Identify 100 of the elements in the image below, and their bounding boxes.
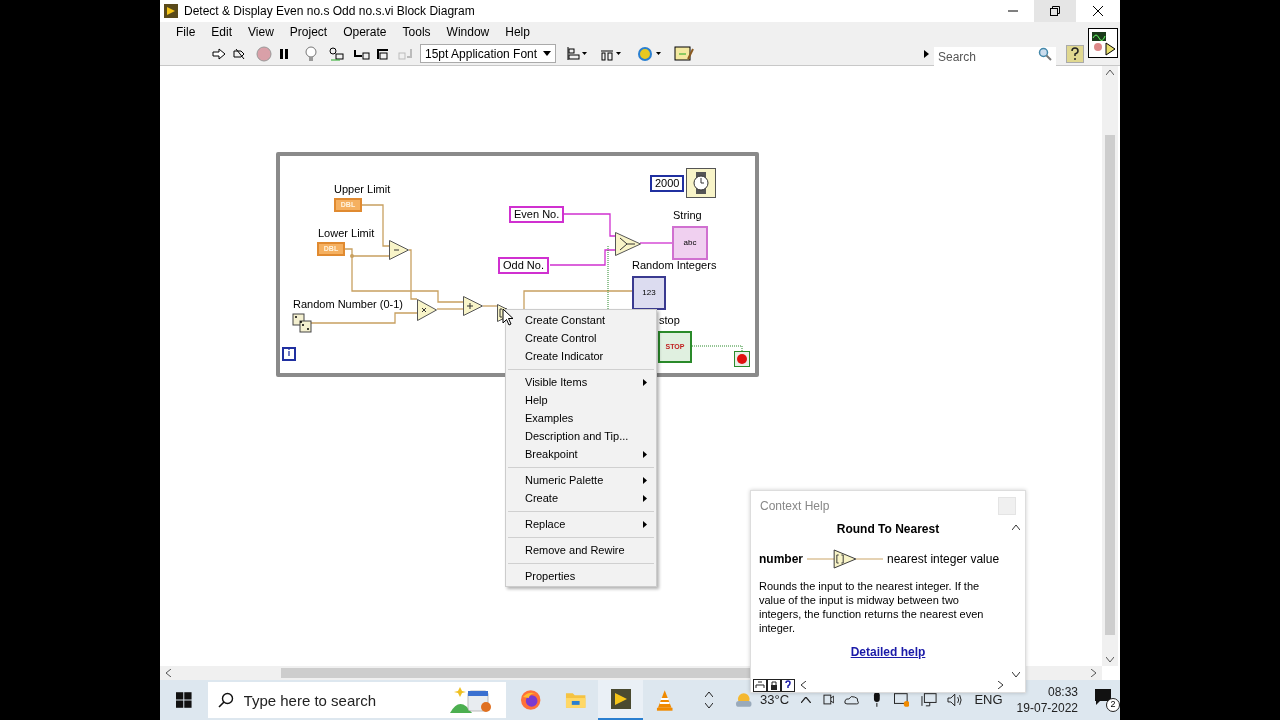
wire [691,345,743,353]
probe-icon[interactable] [328,45,344,62]
wire [436,308,464,310]
context-menu-item[interactable]: Create Control [506,329,656,347]
microphone-icon[interactable] [872,692,882,708]
question-icon[interactable] [781,678,795,692]
subtract-function-icon[interactable] [389,240,409,260]
submenu-arrow-icon [643,520,647,528]
menu-item[interactable]: Operate [335,23,395,41]
labview-taskbar-button[interactable] [598,680,644,720]
iteration-terminal: i [282,347,296,361]
search-icon [217,692,234,708]
app-icon [164,4,178,18]
menu-item[interactable]: Tools [394,23,439,41]
menu-item[interactable]: Window [438,23,498,41]
font-dropdown[interactable]: 15pt Application Font [420,44,556,63]
chevron-up-icon[interactable] [704,692,713,697]
padlock-icon[interactable] [767,678,781,692]
dice-icon[interactable] [292,313,312,333]
collapse-arrow-icon[interactable] [924,49,930,58]
chevron-down-icon[interactable] [704,703,713,708]
string-constant[interactable]: Even No. [509,206,565,223]
caret-icon [543,51,551,56]
menu-item[interactable]: Help [497,23,538,41]
vertical-scrollbar[interactable] [1102,66,1118,666]
vi-icon[interactable] [1088,27,1118,58]
window-title: Detect & Display Even no.s Odd no.s.vi Block Diagram [184,3,475,20]
taskbar-search-field[interactable]: Type here to search [207,682,506,718]
context-menu-item[interactable]: Breakpoint [506,445,656,463]
string-constant[interactable]: Odd No. [498,257,549,274]
menu-item[interactable]: View [240,23,282,41]
run-arrow-icon[interactable] [212,46,226,61]
language-indicator[interactable]: ENG [974,690,1003,710]
align-objects-icon[interactable] [566,45,588,62]
submenu-arrow-icon [643,476,647,484]
search-icon[interactable] [1038,46,1052,61]
folder-icon[interactable] [564,690,587,710]
context-menu-item[interactable]: Numeric Palette [506,471,656,489]
scroll-left-icon[interactable] [166,669,171,677]
network-icon[interactable] [921,693,937,707]
light-bulb-icon[interactable] [304,45,318,62]
scroll-up-icon[interactable] [1012,525,1020,530]
cloud-icon[interactable] [844,695,861,705]
clock-time[interactable]: 08:33 [1047,684,1078,700]
pause-icon[interactable] [278,47,290,60]
round-function-icon [807,549,883,569]
search-field[interactable]: Search [934,46,1056,67]
cleanup-diagram-icon[interactable] [674,44,694,63]
scroll-up-icon[interactable] [1106,70,1114,75]
context-menu-item[interactable]: Visible Items [506,373,656,391]
select-function-icon[interactable] [615,232,641,256]
add-function-icon[interactable] [463,296,483,316]
detailed-help-link[interactable]: Detailed help [850,643,926,661]
context-menu-item[interactable]: Properties [506,567,656,585]
scroll-down-icon[interactable] [1012,672,1020,677]
context-menu-item[interactable]: Remove and Rewire [506,541,656,559]
numeric-indicator-terminal[interactable]: 123 [632,276,666,310]
context-menu-item[interactable]: Help [506,391,656,409]
submenu-arrow-icon [643,494,647,502]
scroll-right-icon[interactable] [998,681,1003,689]
scroll-down-icon[interactable] [1106,657,1114,662]
input-terminal-label: number [759,551,803,568]
speaker-icon[interactable] [946,693,963,707]
firefox-icon[interactable] [519,689,541,711]
node-label: Random Integers [632,259,717,272]
windows-start-icon[interactable] [176,692,192,708]
multiply-function-icon[interactable] [417,299,437,321]
node-label: Lower Limit [318,227,375,240]
notification-button[interactable]: 2 [1094,688,1120,712]
context-menu-item[interactable]: Examples [506,409,656,427]
menu-item[interactable]: Edit [203,23,241,41]
menu-item[interactable]: Project [281,23,336,41]
context-menu-item[interactable]: Description and Tip... [506,427,656,445]
node-label: Random Number (0-1) [293,298,404,311]
wire [482,305,498,307]
help-icon[interactable] [1066,44,1084,63]
node-label: Upper Limit [334,183,391,196]
node-label: stop [659,314,680,327]
chevron-up-icon[interactable] [801,697,811,703]
wait-timer-icon[interactable] [686,168,716,198]
context-menu-item[interactable]: Create Indicator [506,347,656,365]
menu-item[interactable]: File [168,23,204,41]
scroll-left-icon[interactable] [801,681,806,689]
stop-condition-icon[interactable] [734,351,750,367]
close-icon[interactable] [1093,6,1103,16]
display-icon[interactable] [893,693,910,707]
output-terminal-label: nearest integer value [887,551,1000,568]
restore-button[interactable] [1034,0,1076,22]
temperature-text: 33°C [760,691,790,710]
context-menu-item[interactable]: Replace [506,515,656,533]
numeric-constant[interactable]: 2000 [650,175,685,192]
clock-date[interactable]: 19-07-2022 [1016,700,1078,716]
restore-icon [1050,6,1060,16]
context-menu-item[interactable]: Create [506,489,656,507]
labview-icon [610,689,631,709]
wire-junction [350,254,354,258]
run-continuously-icon[interactable] [232,46,246,61]
string-indicator-terminal[interactable]: abc [672,226,708,260]
function-name: Round To Nearest [836,521,940,538]
scroll-right-icon[interactable] [1091,669,1096,677]
